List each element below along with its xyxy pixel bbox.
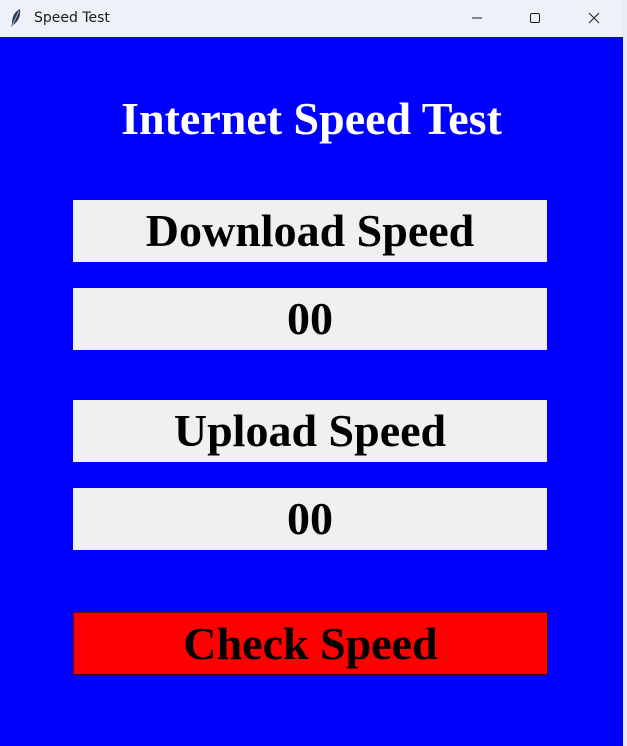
close-icon: [588, 9, 600, 28]
app-window: Speed Test Internet Speed Test Download …: [0, 0, 627, 746]
minimize-icon: [471, 9, 483, 28]
minimize-button[interactable]: [448, 0, 506, 37]
window-title: Speed Test: [34, 10, 110, 26]
download-speed-value: 00: [73, 288, 547, 350]
maximize-icon: [529, 9, 541, 28]
upload-speed-label: Upload Speed: [73, 400, 547, 462]
main-content: Internet Speed Test Download Speed 00 Up…: [0, 37, 623, 746]
page-title: Internet Speed Test: [121, 93, 502, 144]
title-bar[interactable]: Speed Test: [0, 0, 623, 37]
maximize-button[interactable]: [506, 0, 564, 37]
upload-speed-value: 00: [73, 488, 547, 550]
close-button[interactable]: [565, 0, 623, 37]
check-speed-button[interactable]: Check Speed: [73, 612, 548, 675]
download-speed-label: Download Speed: [73, 200, 547, 262]
feather-icon: [9, 8, 23, 28]
